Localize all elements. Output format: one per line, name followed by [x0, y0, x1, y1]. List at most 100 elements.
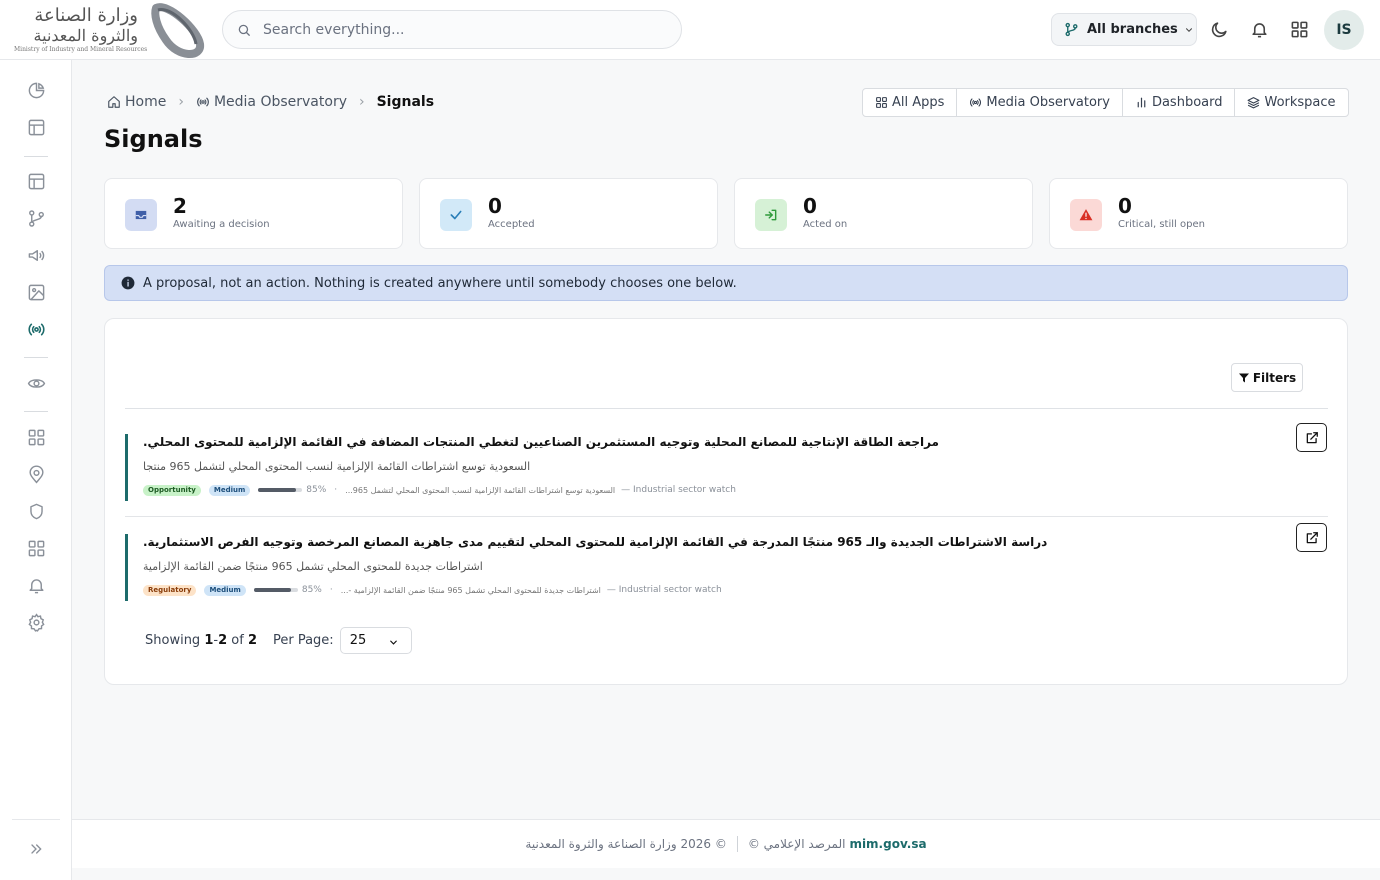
- meta-separator: ·: [334, 485, 338, 495]
- signal-type-badge: Opportunity: [143, 484, 201, 496]
- breadcrumb-separator: ›: [178, 94, 184, 110]
- sidebar-map-pin-icon[interactable]: [26, 464, 46, 484]
- external-link-icon: [1306, 431, 1318, 443]
- signal-row[interactable]: مراجعة الطاقة الإنتاجية للمصانع المحلية …: [125, 409, 1328, 509]
- app-links-group: All Apps Media Observatory Dashboard Wor…: [862, 88, 1349, 117]
- global-search[interactable]: [222, 10, 682, 49]
- sidebar-divider: [24, 156, 48, 157]
- broadcast-icon: [197, 97, 209, 107]
- sidebar-eye-icon[interactable]: [26, 373, 46, 393]
- apps-grid-icon[interactable]: [1288, 18, 1310, 40]
- notifications-bell-icon[interactable]: [1248, 18, 1270, 40]
- broadcast-icon: [970, 98, 982, 107]
- logo-arabic-line1: وزارة الصناعة: [34, 5, 138, 26]
- layers-icon: [1248, 97, 1260, 109]
- sidebar-expand-chevrons-right-icon[interactable]: [26, 839, 46, 859]
- signal-title[interactable]: دراسة الاشتراطات الجديدة والـ 965 منتجًا…: [143, 535, 1263, 549]
- open-external-button[interactable]: [1296, 423, 1327, 452]
- breadcrumb-home[interactable]: Home: [107, 94, 166, 110]
- sign-in-icon: [755, 199, 787, 231]
- sidebar-grid-icon[interactable]: [26, 427, 46, 447]
- stat-value: 0: [1118, 194, 1132, 218]
- logo-english-name: Ministry of Industry and Mineral Resourc…: [14, 46, 148, 53]
- inbox-icon: [125, 199, 157, 231]
- footer-org-text: © 2026 وزارة الصناعة والثروة المعدنية: [525, 837, 727, 851]
- open-external-button[interactable]: [1296, 523, 1327, 552]
- stat-label: Accepted: [488, 219, 535, 230]
- sidebar-layout-icon[interactable]: [26, 171, 46, 191]
- per-page-select[interactable]: 25: [339, 627, 412, 654]
- confidence-bar: [253, 588, 298, 592]
- user-avatar[interactable]: IS: [1324, 10, 1364, 50]
- sidebar-gear-icon[interactable]: [26, 612, 46, 632]
- branch-selector[interactable]: All branches: [1051, 13, 1197, 46]
- signal-meta: Regulatory Medium 85% · اشتراطات جديدة ل…: [143, 584, 722, 596]
- sidebar-bell-icon[interactable]: [26, 575, 46, 595]
- per-page-label: Per Page:: [272, 633, 334, 648]
- stat-label: Awaiting a decision: [173, 219, 270, 230]
- ministry-logo[interactable]: وزارة الصناعة والثروة المعدنية Ministry …: [14, 5, 148, 54]
- confidence-bar-fill: [258, 488, 296, 492]
- per-page-value: 25: [349, 633, 367, 648]
- signal-meta: Opportunity Medium 85% · السعودية توسع ا…: [143, 484, 736, 496]
- dashboard-label: Dashboard: [1151, 95, 1223, 110]
- sidebar-divider: [24, 357, 48, 358]
- check-icon: [440, 199, 472, 231]
- stat-label: Critical, still open: [1118, 219, 1205, 230]
- breadcrumb-section-label: Media Observatory: [213, 94, 347, 110]
- sidebar-megaphone-icon[interactable]: [26, 245, 46, 265]
- sidebar-image-icon[interactable]: [26, 282, 46, 302]
- signal-severity-badge: Medium: [208, 484, 251, 496]
- signal-type-badge: Regulatory: [143, 584, 197, 596]
- info-notice-text: A proposal, not an action. Nothing is cr…: [143, 275, 737, 291]
- signal-title[interactable]: مراجعة الطاقة الإنتاجية للمصانع المحلية …: [143, 435, 1263, 449]
- signal-subtitle: اشتراطات جديدة للمحتوى المحلي تشمل 965 م…: [143, 560, 483, 573]
- sidebar-pie-chart-icon[interactable]: [26, 80, 46, 100]
- theme-toggle-moon-icon[interactable]: [1208, 18, 1230, 40]
- sidebar-layout-icon[interactable]: [26, 117, 46, 137]
- confidence-percent: 85%: [301, 585, 322, 595]
- pagination-showing: Showing: [145, 633, 201, 648]
- sidebar-broadcast-icon-active[interactable]: [26, 319, 46, 339]
- filters-button[interactable]: Filters: [1231, 363, 1303, 392]
- stat-card-awaiting[interactable]: 2 Awaiting a decision: [104, 178, 403, 249]
- footer: © 2026 وزارة الصناعة والثروة المعدنية ال…: [72, 819, 1380, 868]
- signal-source-title[interactable]: السعودية توسع اشتراطات القائمة الإلزامية…: [345, 486, 615, 495]
- stat-card-accepted[interactable]: 0 Accepted: [419, 178, 718, 249]
- footer-site-link[interactable]: mim.gov.sa: [849, 837, 926, 851]
- media-observatory-label: Media Observatory: [986, 95, 1110, 110]
- ministry-emblem-icon: [151, 3, 204, 58]
- sidebar: [0, 60, 72, 880]
- media-observatory-link[interactable]: Media Observatory: [957, 89, 1123, 116]
- signal-row[interactable]: دراسة الاشتراطات الجديدة والـ 965 منتجًا…: [125, 509, 1328, 609]
- stat-value: 0: [803, 194, 817, 218]
- sidebar-shield-icon[interactable]: [26, 501, 46, 521]
- top-bar: وزارة الصناعة والثروة المعدنية Ministry …: [0, 0, 1380, 60]
- signal-source-title[interactable]: اشتراطات جديدة للمحتوى المحلي تشمل 965 م…: [341, 586, 601, 595]
- meta-separator: ·: [329, 585, 333, 595]
- all-apps-link[interactable]: All Apps: [863, 89, 958, 116]
- pagination-total: 2: [247, 633, 257, 648]
- breadcrumb-current: Signals: [376, 94, 435, 110]
- stat-label: Acted on: [803, 219, 848, 230]
- pagination-of: of: [231, 633, 244, 648]
- workspace-link[interactable]: Workspace: [1235, 89, 1347, 116]
- dashboard-link[interactable]: Dashboard: [1123, 89, 1236, 116]
- footer-separator: [736, 836, 738, 852]
- sidebar-grid-icon[interactable]: [26, 538, 46, 558]
- sidebar-git-branch-icon[interactable]: [26, 208, 46, 228]
- home-icon: [108, 96, 120, 108]
- confidence-bar: [258, 488, 303, 492]
- logo-arabic-line2: والثروة المعدنية: [33, 26, 138, 45]
- confidence-percent: 85%: [306, 485, 327, 495]
- confidence-bar-fill: [253, 588, 292, 592]
- pagination-range-start: 1: [204, 633, 214, 648]
- stat-value: 2: [173, 194, 187, 218]
- search-input[interactable]: [263, 19, 663, 41]
- stat-card-acted-on[interactable]: 0 Acted on: [734, 178, 1033, 249]
- sidebar-bottom-divider: [12, 819, 60, 820]
- breadcrumb-media-observatory[interactable]: Media Observatory: [196, 94, 347, 110]
- info-notice: A proposal, not an action. Nothing is cr…: [104, 265, 1348, 301]
- bar-chart-icon: [1137, 97, 1146, 108]
- stat-card-critical[interactable]: 0 Critical, still open: [1049, 178, 1348, 249]
